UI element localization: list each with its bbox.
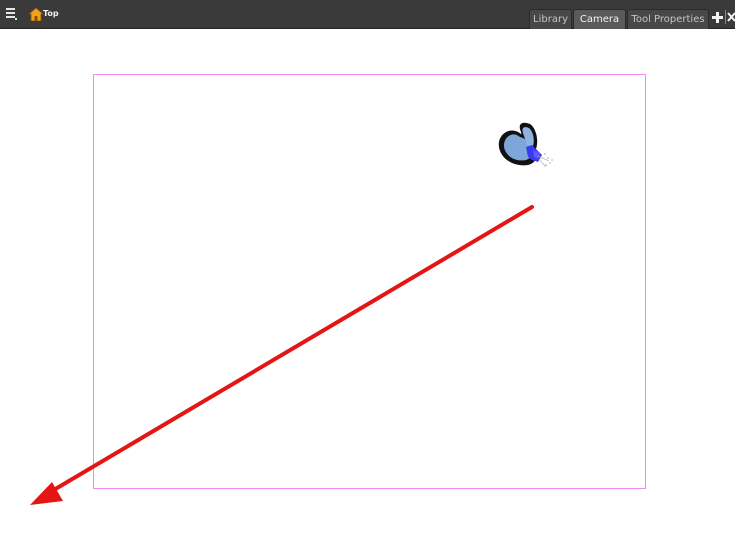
home-icon[interactable]	[29, 8, 43, 21]
tab-tool-properties[interactable]: Tool Properties	[627, 9, 709, 29]
view-toolbar: Top Library Camera Tool Properties	[0, 0, 735, 29]
camera-frame	[93, 74, 646, 489]
motion-path-arrow	[30, 205, 534, 505]
tab-camera[interactable]: Camera	[573, 9, 626, 29]
camera-canvas[interactable]	[0, 29, 735, 539]
camera-viewport[interactable]	[0, 29, 735, 539]
plus-icon[interactable]	[712, 12, 723, 23]
breadcrumb-label[interactable]: Top	[43, 9, 59, 19]
tab-library[interactable]: Library	[529, 9, 572, 29]
close-icon[interactable]	[725, 10, 735, 24]
hamburger-menu-icon[interactable]	[6, 8, 17, 20]
butterfly-drawing[interactable]	[498, 122, 553, 168]
